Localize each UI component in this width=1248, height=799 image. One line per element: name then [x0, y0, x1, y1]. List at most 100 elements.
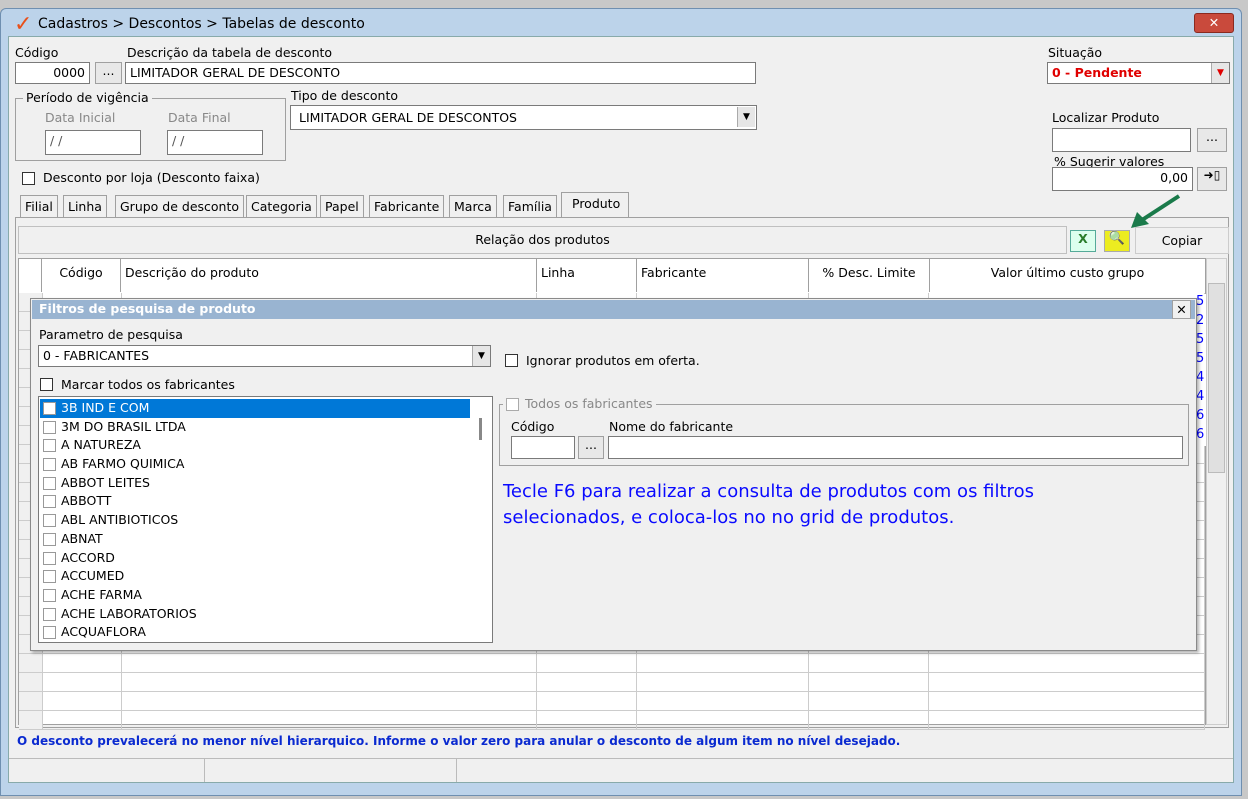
tab-papel[interactable]: Papel [320, 195, 364, 217]
situacao-select[interactable]: 0 - Pendente ▼ [1047, 62, 1230, 84]
table-row[interactable] [19, 654, 1205, 673]
table-cell [43, 711, 122, 729]
fabricante-label: ABNAT [61, 530, 103, 546]
fabricante-item[interactable]: ACQUAFLORA [40, 623, 470, 642]
codigo-browse-button[interactable]: ... [95, 62, 122, 84]
fabricante-item[interactable]: 3M DO BRASIL LTDA [40, 418, 470, 437]
col-valor-custo[interactable]: Valor último custo grupo [930, 258, 1206, 292]
table-row[interactable] [19, 673, 1205, 692]
tab-linha[interactable]: Linha [63, 195, 107, 217]
search-icon[interactable]: 🔍 [1104, 230, 1130, 252]
tipo-select[interactable]: LIMITADOR GERAL DE DESCONTOS ▼ [290, 105, 757, 130]
fabricante-checkbox[interactable] [43, 588, 56, 602]
fabricante-checkbox[interactable] [43, 439, 56, 453]
data-final-label: Data Final [168, 110, 231, 125]
fabricante-checkbox[interactable] [43, 514, 56, 528]
grid-value-fragment: 5 [1196, 332, 1206, 351]
tab-grupo-desconto[interactable]: Grupo de desconto [115, 195, 245, 217]
dialog-close-button[interactable]: ✕ [1172, 300, 1191, 319]
marcar-todos-checkbox[interactable] [40, 378, 53, 391]
col-fabricante[interactable]: Fabricante [637, 258, 809, 292]
table-cell [809, 673, 930, 691]
sugerir-input[interactable]: 0,00 [1052, 167, 1193, 191]
tipo-label: Tipo de desconto [291, 88, 399, 103]
param-select[interactable]: 0 - FABRICANTES ▼ [38, 345, 491, 367]
tab-filial[interactable]: Filial [20, 195, 58, 217]
fab-codigo-input[interactable] [511, 436, 575, 459]
localizar-label: Localizar Produto [1052, 110, 1160, 125]
fabricante-item[interactable]: 3B IND E COM [40, 399, 470, 418]
tab-familia[interactable]: Família [503, 195, 557, 217]
fabricante-label: ABBOT LEITES [61, 474, 150, 490]
chevron-down-icon: ▼ [472, 346, 490, 366]
fabricante-checkbox[interactable] [43, 402, 56, 415]
fabricante-checkbox[interactable] [43, 551, 56, 565]
grid-value-fragment: 4 [1196, 370, 1206, 389]
grid-scrollbar[interactable] [1206, 258, 1227, 725]
fabricante-checkbox[interactable] [43, 626, 56, 640]
table-cell [537, 711, 637, 729]
fabricante-checkbox[interactable] [43, 495, 56, 509]
fabricante-checkbox[interactable] [43, 532, 56, 546]
apply-suggest-button[interactable]: ➜▯ [1197, 167, 1227, 191]
table-cell [43, 673, 122, 691]
col-descricao[interactable]: Descrição do produto [121, 258, 537, 292]
data-inicial-input[interactable]: / / [45, 130, 141, 155]
localizar-browse-button[interactable]: ... [1197, 128, 1227, 152]
col-linha[interactable]: Linha [537, 258, 637, 292]
scrollbar-thumb[interactable] [1208, 283, 1225, 473]
periodo-label: Período de vigência [23, 90, 152, 105]
tab-fabricante[interactable]: Fabricante [369, 195, 445, 217]
fab-browse-button[interactable]: ... [578, 436, 604, 459]
status-panel [205, 759, 457, 782]
table-cell [809, 654, 930, 672]
fabricante-item[interactable]: ABL ANTIBIOTICOS [40, 511, 470, 530]
fabricante-checkbox[interactable] [43, 420, 56, 434]
todos-checkbox[interactable] [506, 398, 519, 411]
fabricante-item[interactable]: ACCORD [40, 549, 470, 568]
table-cell [537, 673, 637, 691]
fabricante-item[interactable]: ABNAT [40, 530, 470, 549]
fabricante-checkbox[interactable] [43, 607, 56, 621]
ignorar-checkbox[interactable] [505, 354, 518, 367]
fabricante-item[interactable]: ABBOT LEITES [40, 474, 470, 493]
grid-value-fragment: 5 [1196, 351, 1206, 370]
fab-nome-input[interactable] [608, 436, 1183, 459]
list-scrollbar[interactable] [479, 418, 482, 440]
fab-nome-label: Nome do fabricante [609, 419, 734, 434]
table-row[interactable] [19, 692, 1205, 711]
localizar-input[interactable] [1052, 128, 1191, 152]
grid-value-fragment: 6 [1196, 408, 1206, 427]
fabricante-item[interactable]: ABBOTT [40, 492, 470, 511]
fabricante-checkbox[interactable] [43, 570, 56, 584]
table-cell [637, 692, 809, 710]
table-cell [122, 692, 538, 710]
tab-marca[interactable]: Marca [449, 195, 497, 217]
col-desc-limite[interactable]: % Desc. Limite [809, 258, 930, 292]
descricao-input[interactable]: LIMITADOR GERAL DE DESCONTO [125, 62, 756, 84]
codigo-label: Código [15, 45, 59, 60]
marcar-todos-label: Marcar todos os fabricantes [61, 377, 235, 392]
col-codigo[interactable]: Código [42, 258, 121, 292]
fabricante-label: ACQUAFLORA [61, 624, 146, 640]
fabricante-item[interactable]: ACHE LABORATORIOS [40, 605, 470, 624]
data-final-input[interactable]: / / [167, 130, 263, 155]
fabricante-label: ACCORD [61, 549, 115, 565]
codigo-input[interactable]: 0000 [15, 62, 90, 84]
fabricante-item[interactable]: ACCUMED [40, 567, 470, 586]
fabricante-item[interactable]: ACHE FARMA [40, 586, 470, 605]
desconto-loja-checkbox[interactable] [22, 172, 35, 185]
fabricante-label: ABBOTT [61, 493, 112, 509]
tab-produto[interactable]: Produto [561, 192, 630, 218]
tab-categoria[interactable]: Categoria [246, 195, 317, 217]
fabricantes-list[interactable]: 3B IND E COM 3M DO BRASIL LTDA A NATUREZA A… [38, 396, 493, 643]
fabricante-item[interactable]: AB FARMO QUIMICA [40, 455, 470, 474]
fabricante-checkbox[interactable] [43, 476, 56, 490]
chevron-down-icon: ▼ [737, 107, 755, 127]
fabricante-checkbox[interactable] [43, 458, 56, 472]
table-row[interactable] [19, 711, 1205, 730]
excel-export-icon[interactable]: X [1070, 230, 1096, 252]
close-button[interactable]: ✕ [1194, 13, 1234, 33]
table-cell [929, 654, 1205, 672]
fabricante-item[interactable]: A NATUREZA [40, 436, 470, 455]
